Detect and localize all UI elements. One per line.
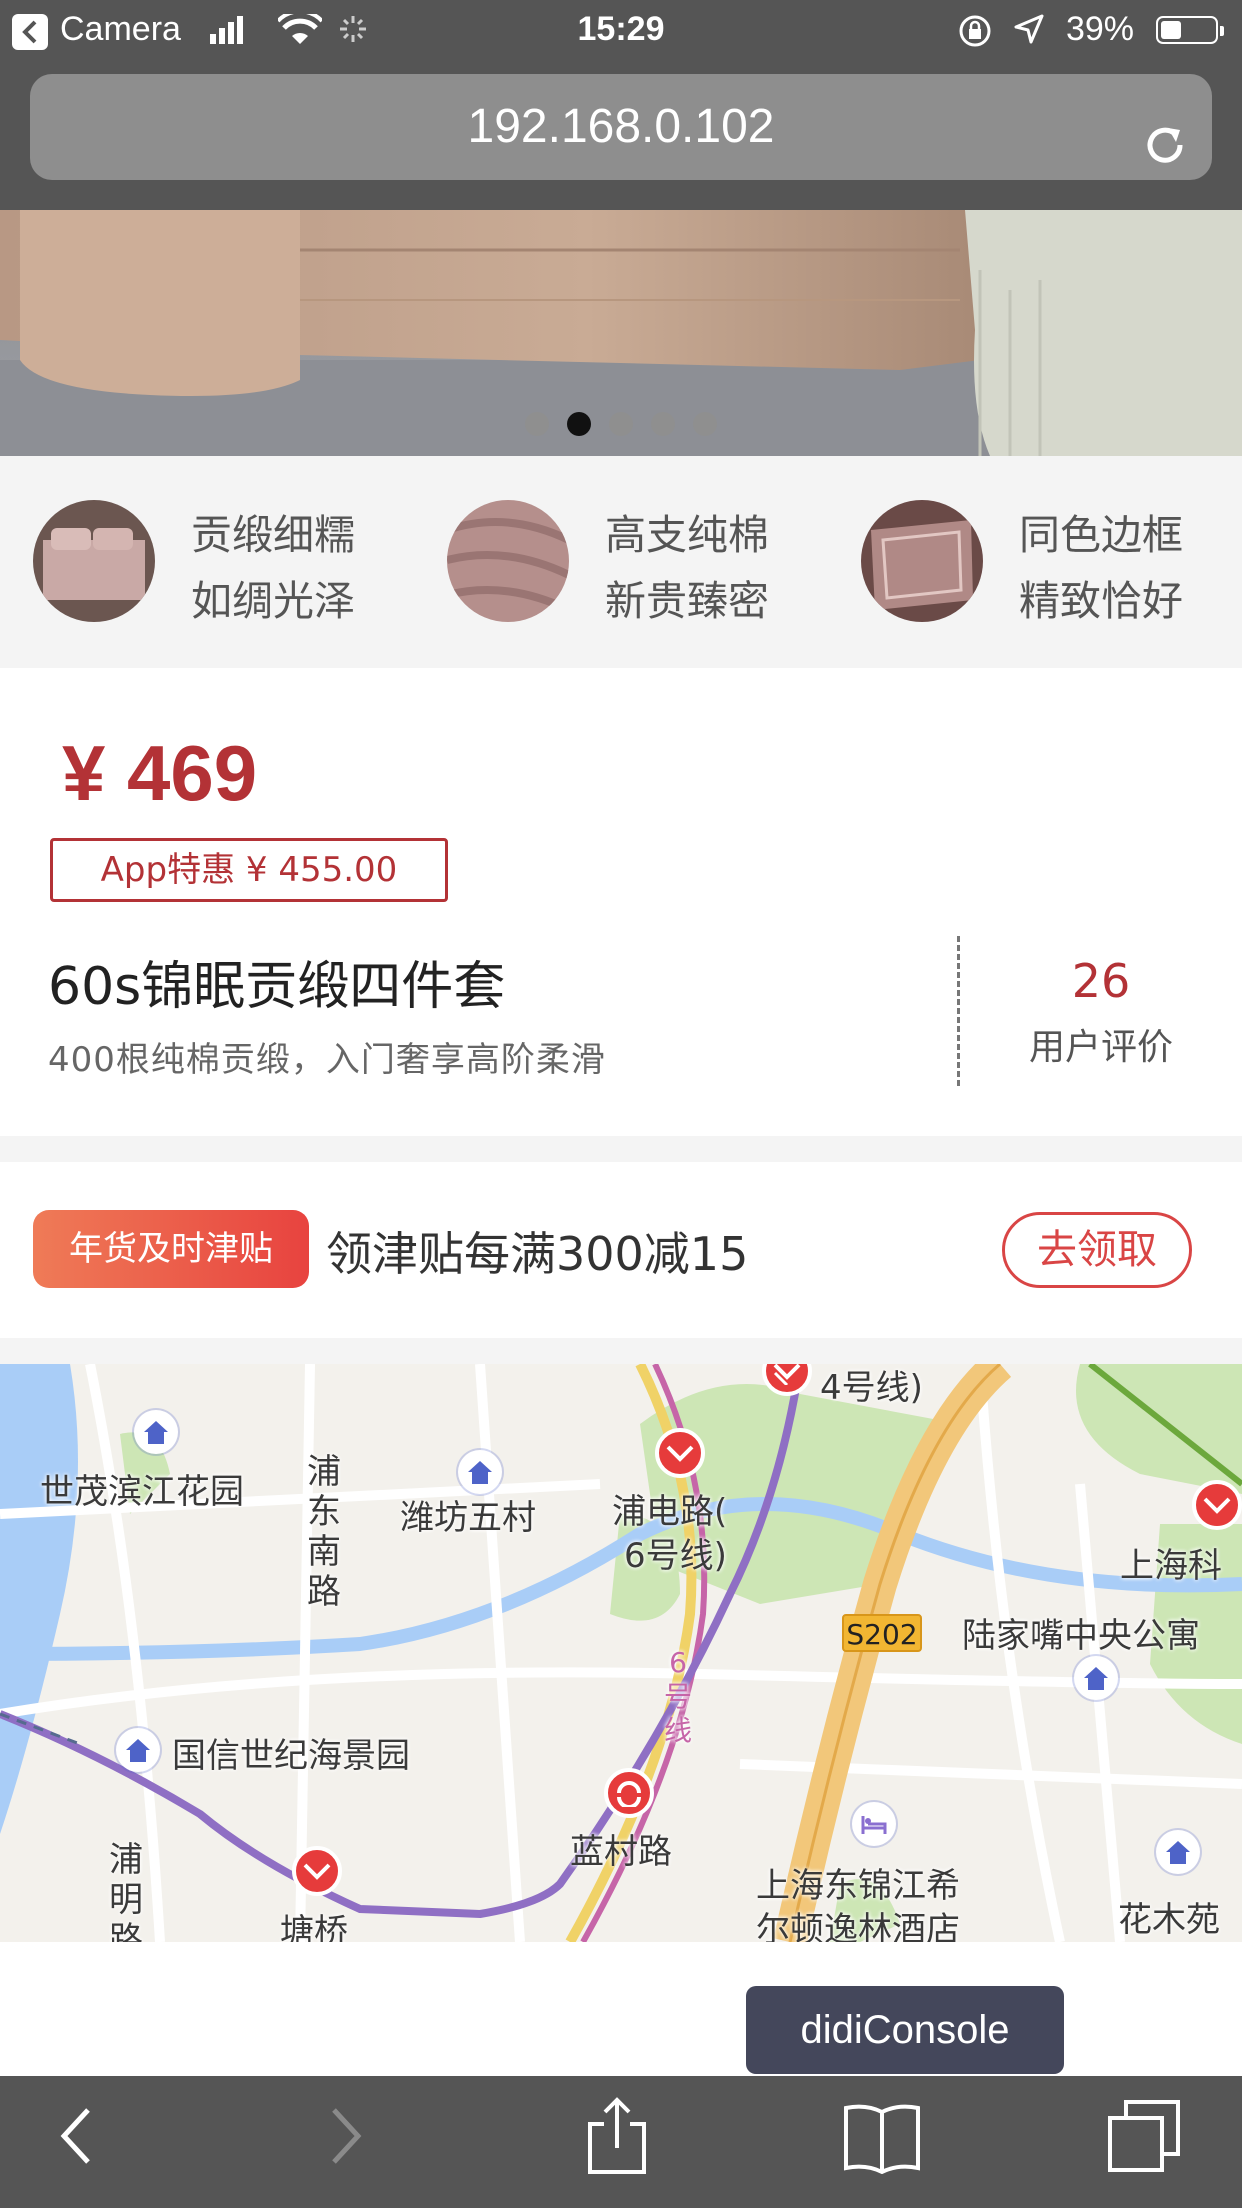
reload-icon[interactable] [1140, 102, 1190, 208]
clock: 15:29 [577, 10, 665, 48]
product-description: 400根纯棉贡缎，入门奢享高阶柔滑 [48, 1040, 606, 1080]
section-divider [0, 1338, 1242, 1364]
status-bar: Camera 15:29 39% [0, 0, 1242, 62]
battery-icon [1156, 16, 1224, 44]
metro-station-icon[interactable] [655, 1428, 705, 1478]
bedding-thumbnail [33, 500, 155, 622]
map-label: 蓝村路 [570, 1832, 672, 1872]
carousel-indicator[interactable] [0, 412, 1242, 436]
map-label: 国信世纪海景园 [172, 1736, 410, 1776]
residence-poi-icon[interactable] [1156, 1830, 1200, 1874]
coupon-tag: 年货及时津贴 [33, 1210, 309, 1288]
product-title: 60s锦眠贡缎四件套 [48, 957, 506, 1017]
forward-icon[interactable] [326, 2104, 366, 2172]
review-label[interactable]: 用户评价 [960, 1018, 1242, 1070]
bookmarks-icon[interactable] [842, 2102, 922, 2178]
product-price: ¥ 469 [62, 729, 258, 817]
metro-station-icon[interactable] [1192, 1480, 1242, 1530]
map-label: 浦明路 [109, 1840, 143, 1942]
carousel-dot[interactable] [693, 412, 717, 436]
metro-station-icon[interactable] [292, 1846, 342, 1896]
residence-poi-icon[interactable] [116, 1728, 160, 1772]
review-count[interactable]: 26 [960, 954, 1242, 1008]
battery-percent: 39% [1065, 10, 1134, 48]
back-icon[interactable] [56, 2104, 96, 2172]
address-bar[interactable]: 192.168.0.102 [30, 74, 1212, 180]
map-label: 浦电路( [612, 1492, 728, 1532]
map-label: 潍坊五村 [400, 1498, 536, 1538]
coupon-bar: 年货及时津贴 领津贴每满300减15 去领取 [0, 1162, 1242, 1338]
url-text[interactable]: 192.168.0.102 [468, 100, 775, 153]
map-label: 浦东南路 [307, 1452, 341, 1612]
map-label: 花木苑 [1118, 1900, 1220, 1940]
location-icon [1014, 14, 1044, 53]
location-map[interactable]: S202 世茂滨江花园 潍坊五村 浦电路( 6号线) 4号线) 浦东南路 上海科… [0, 1364, 1242, 1942]
map-label: 尔顿逸林酒店 [756, 1910, 960, 1942]
carousel-dot[interactable] [609, 412, 633, 436]
map-label: 陆家嘴中央公寓 [962, 1616, 1200, 1656]
browser-header: 192.168.0.102 [0, 62, 1242, 210]
map-label: 世茂滨江花园 [40, 1472, 244, 1512]
share-icon[interactable] [584, 2096, 650, 2180]
map-label: 6号线) [624, 1536, 727, 1576]
feature-line2: 精致恰好 [1019, 577, 1183, 625]
feature-line1: 高支纯棉 [605, 511, 769, 559]
map-label: 上海科 [1120, 1546, 1222, 1586]
residence-poi-icon[interactable] [134, 1410, 178, 1454]
feature-line2: 如绸光泽 [191, 577, 355, 625]
metro-station-icon[interactable] [604, 1768, 654, 1818]
battery-fill [1161, 21, 1181, 39]
didi-console-button[interactable]: didiConsole [746, 1986, 1064, 2074]
pillow-thumbnail [861, 500, 983, 622]
map-label: 6号线 [663, 1646, 692, 1747]
residence-poi-icon[interactable] [1074, 1656, 1118, 1700]
claim-coupon-button[interactable]: 去领取 [1002, 1212, 1192, 1288]
map-label: 4号线) [820, 1368, 923, 1408]
tabs-icon[interactable] [1106, 2098, 1182, 2178]
feature-line1: 同色边框 [1019, 511, 1183, 559]
carousel-dot[interactable] [651, 412, 675, 436]
section-divider [0, 1136, 1242, 1162]
highway-badge: S202 [842, 1614, 922, 1652]
feature-line2: 新贵臻密 [605, 577, 769, 625]
carousel-dot[interactable] [567, 412, 591, 436]
browser-toolbar [0, 2076, 1242, 2208]
rotation-lock-icon [958, 14, 992, 57]
coupon-text: 领津贴每满300减15 [326, 1227, 749, 1281]
app-price-badge: App特惠 ¥ 455.00 [50, 838, 448, 902]
carousel-dot[interactable] [525, 412, 549, 436]
map-label: 塘桥 [280, 1912, 348, 1942]
fabric-thumbnail [447, 500, 569, 622]
residence-poi-icon[interactable] [458, 1450, 502, 1494]
map-label: 上海东锦江希 [756, 1866, 960, 1906]
feature-strip: 贡缎细糯 如绸光泽 高支纯棉 新贵臻密 同色边框 精致恰好 [0, 456, 1242, 668]
feature-line1: 贡缎细糯 [191, 511, 355, 559]
hotel-poi-icon[interactable] [852, 1802, 896, 1846]
product-info: ¥ 469 App特惠 ¥ 455.00 60s锦眠贡缎四件套 400根纯棉贡缎… [0, 668, 1242, 1136]
